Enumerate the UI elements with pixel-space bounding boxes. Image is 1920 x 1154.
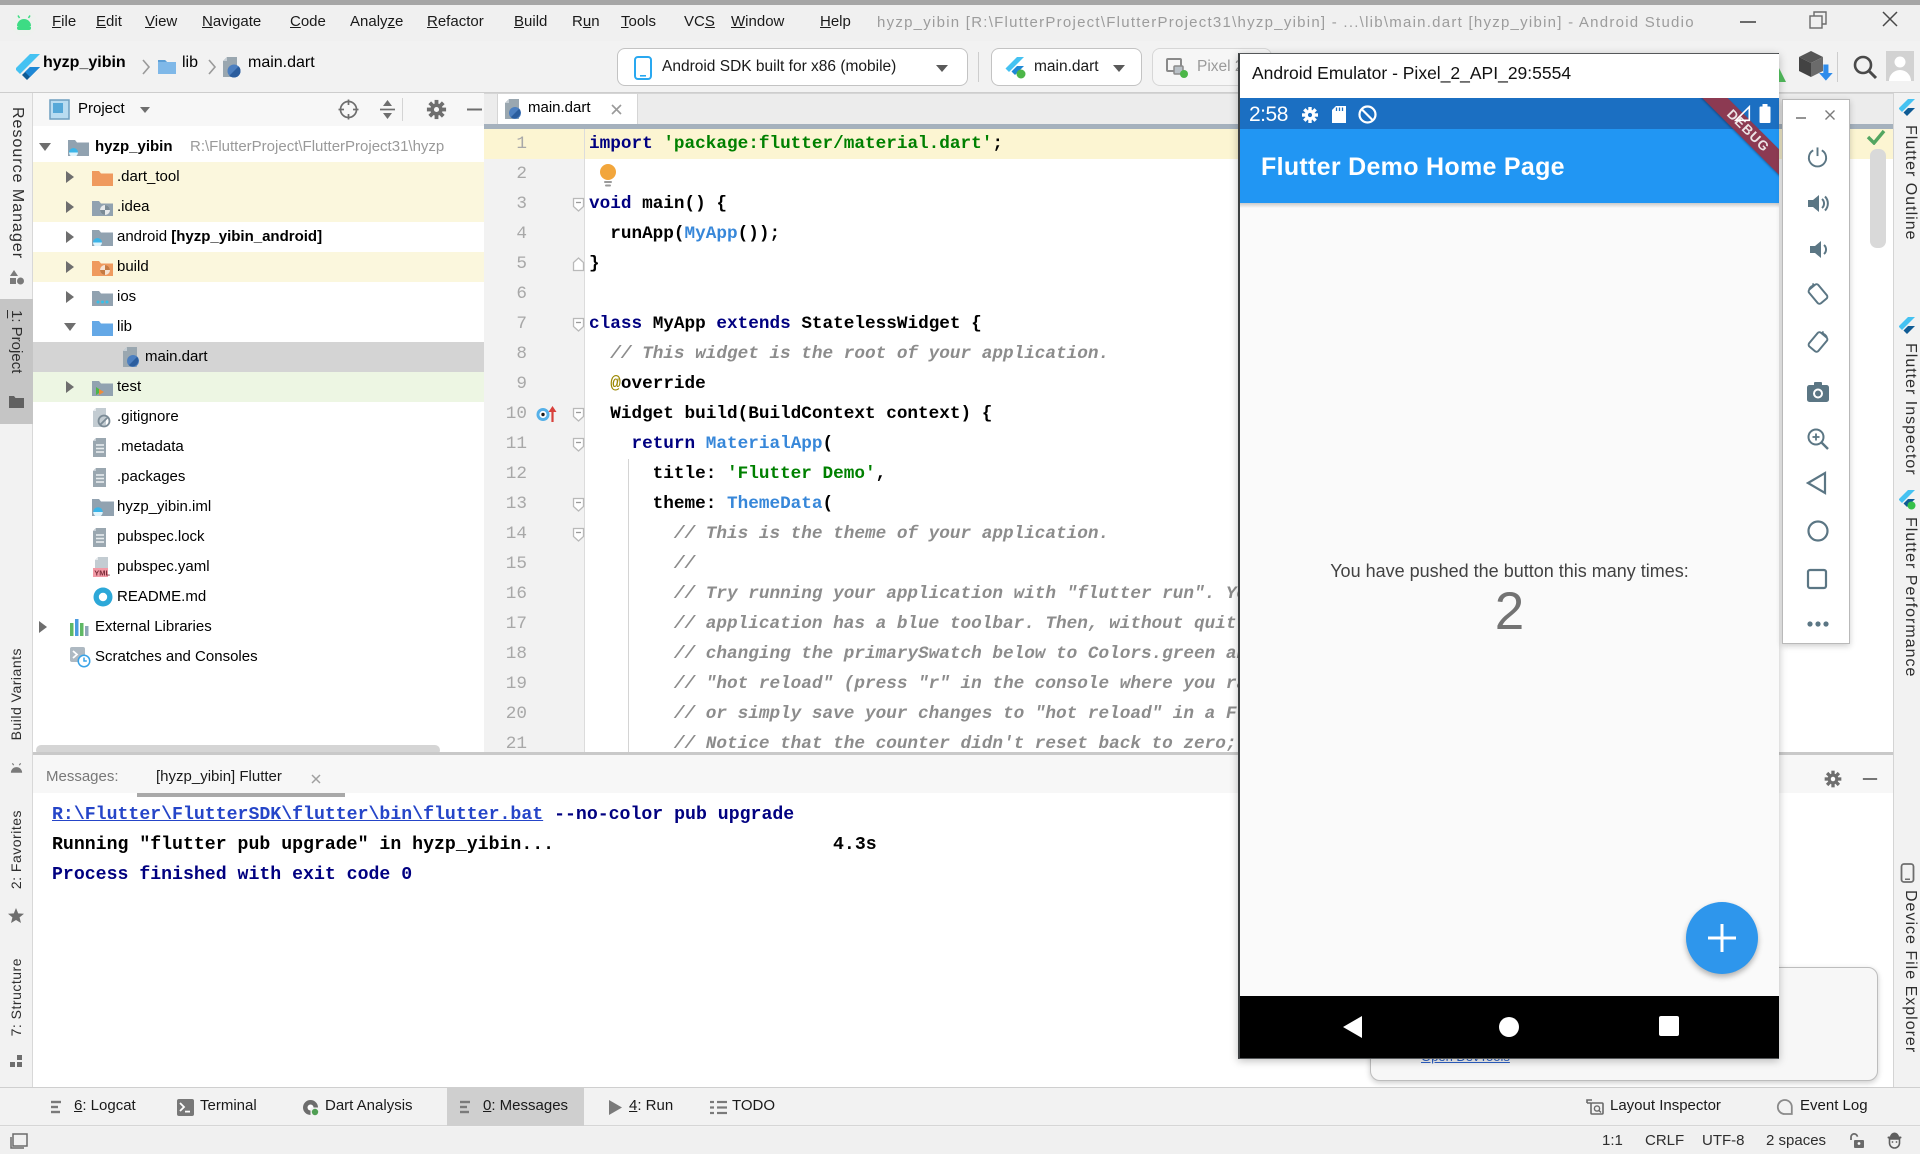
svg-text:YML: YML bbox=[94, 569, 110, 578]
